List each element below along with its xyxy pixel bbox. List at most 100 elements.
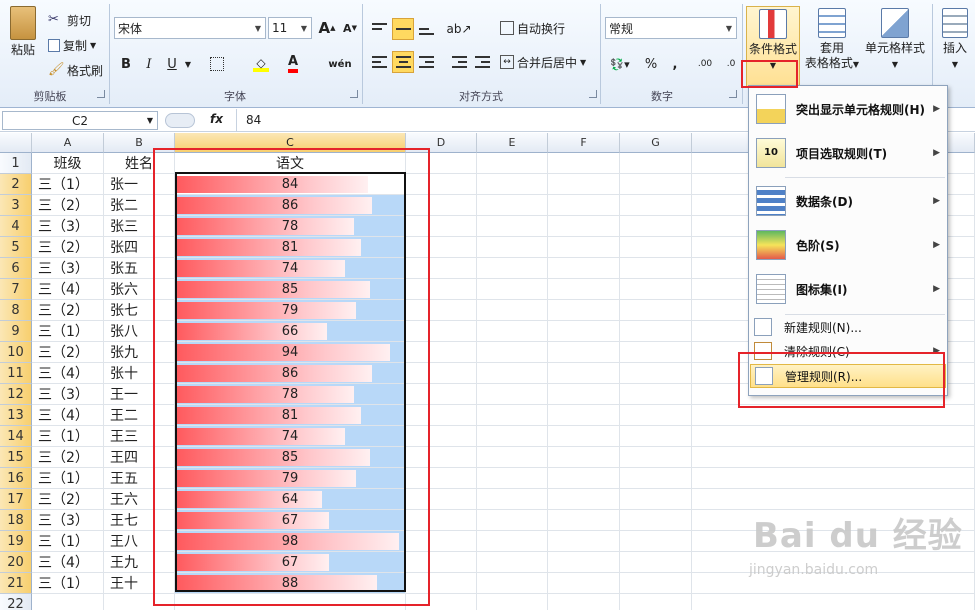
- cell-chinese-score[interactable]: 85: [175, 279, 406, 300]
- decrease-indent-button[interactable]: [448, 51, 470, 73]
- cell-name[interactable]: 王五: [104, 468, 175, 489]
- menu-highlight-cells-rules[interactable]: 突出显示单元格规则(H) ▶: [750, 88, 946, 130]
- cell-chinese-score[interactable]: 79: [175, 468, 406, 489]
- empty-cell[interactable]: [620, 573, 692, 594]
- cell-class[interactable]: 三（2）: [32, 300, 104, 321]
- empty-cell[interactable]: [548, 258, 620, 279]
- chevron-down-icon[interactable]: ▼: [251, 18, 265, 38]
- wrap-text-button[interactable]: 自动换行: [500, 18, 565, 38]
- empty-cell[interactable]: [477, 258, 548, 279]
- empty-cell[interactable]: [548, 531, 620, 552]
- row-header[interactable]: 18: [0, 510, 32, 531]
- cell-chinese-score[interactable]: 66: [175, 321, 406, 342]
- empty-cell[interactable]: [692, 468, 975, 489]
- empty-cell[interactable]: [548, 279, 620, 300]
- empty-cell[interactable]: [548, 195, 620, 216]
- menu-top-bottom-rules[interactable]: 10 项目选取规则(T) ▶: [750, 132, 946, 174]
- empty-cell[interactable]: [620, 552, 692, 573]
- row-header[interactable]: 17: [0, 489, 32, 510]
- orientation-button[interactable]: ab↗: [446, 18, 471, 40]
- column-header-d[interactable]: D: [406, 133, 477, 153]
- conditional-formatting-button[interactable]: 条件格式 ▼: [746, 6, 800, 88]
- format-painter-button[interactable]: 🖌 格式刷: [48, 60, 103, 80]
- chevron-down-icon[interactable]: ▼: [297, 18, 311, 38]
- empty-cell[interactable]: [620, 531, 692, 552]
- column-header-f[interactable]: F: [548, 133, 620, 153]
- empty-cell[interactable]: [406, 594, 477, 610]
- empty-cell[interactable]: [406, 321, 477, 342]
- cell-class[interactable]: 三（1）: [32, 426, 104, 447]
- cell-chinese-score[interactable]: 81: [175, 237, 406, 258]
- row-header[interactable]: 1: [0, 153, 32, 174]
- cell-chinese-score[interactable]: 74: [175, 258, 406, 279]
- font-launcher-icon[interactable]: [350, 90, 358, 98]
- empty-cell[interactable]: [406, 363, 477, 384]
- chevron-down-icon[interactable]: ▼: [580, 58, 586, 67]
- grow-font-button[interactable]: A ▲: [316, 17, 338, 39]
- empty-cell[interactable]: [406, 573, 477, 594]
- empty-cell[interactable]: [548, 489, 620, 510]
- empty-cell[interactable]: [692, 405, 975, 426]
- empty-cell[interactable]: [406, 174, 477, 195]
- row-header[interactable]: 14: [0, 426, 32, 447]
- empty-cell[interactable]: [548, 153, 620, 174]
- cell-name[interactable]: 王七: [104, 510, 175, 531]
- italic-button[interactable]: I: [138, 53, 160, 75]
- empty-cell[interactable]: [406, 384, 477, 405]
- row-header[interactable]: 6: [0, 258, 32, 279]
- cell-class[interactable]: 三（2）: [32, 195, 104, 216]
- empty-cell[interactable]: [620, 258, 692, 279]
- empty-cell[interactable]: [406, 216, 477, 237]
- cell-name[interactable]: 张八: [104, 321, 175, 342]
- empty-cell[interactable]: [548, 405, 620, 426]
- empty-cell[interactable]: [548, 573, 620, 594]
- empty-cell[interactable]: [406, 195, 477, 216]
- number-launcher-icon[interactable]: [729, 90, 737, 98]
- cell-styles-button[interactable]: 单元格样式 ▼: [862, 8, 928, 72]
- align-bottom-button[interactable]: [415, 18, 437, 40]
- fill-color-button[interactable]: ◇: [250, 53, 272, 75]
- empty-cell[interactable]: [406, 531, 477, 552]
- menu-icon-sets[interactable]: 图标集(I) ▶: [750, 268, 946, 310]
- column-header-c[interactable]: C: [175, 133, 406, 153]
- currency-button[interactable]: 💱▾: [606, 53, 634, 75]
- cell-class[interactable]: 三（1）: [32, 531, 104, 552]
- select-all-corner[interactable]: [0, 133, 32, 153]
- paste-button[interactable]: 粘贴: [4, 6, 42, 58]
- empty-cell[interactable]: [477, 552, 548, 573]
- bold-button[interactable]: B: [115, 53, 137, 75]
- empty-cell[interactable]: [104, 594, 175, 610]
- empty-cell[interactable]: [548, 552, 620, 573]
- empty-cell[interactable]: [406, 153, 477, 174]
- merge-center-button[interactable]: ↔ 合并后居中 ▼: [500, 52, 586, 72]
- empty-cell[interactable]: [477, 300, 548, 321]
- cell-class[interactable]: 三（2）: [32, 342, 104, 363]
- formula-input[interactable]: 84: [246, 113, 261, 127]
- empty-cell[interactable]: [477, 510, 548, 531]
- row-header[interactable]: 5: [0, 237, 32, 258]
- cell-chinese-score[interactable]: 67: [175, 552, 406, 573]
- cell-class[interactable]: 三（3）: [32, 258, 104, 279]
- menu-data-bars[interactable]: 数据条(D) ▶: [750, 180, 946, 222]
- comma-button[interactable]: ,: [664, 53, 686, 75]
- empty-cell[interactable]: [548, 300, 620, 321]
- cell-class[interactable]: 三（3）: [32, 384, 104, 405]
- cell-name[interactable]: 张二: [104, 195, 175, 216]
- menu-manage-rules[interactable]: 管理规则(R)...: [750, 364, 946, 388]
- empty-cell[interactable]: [620, 216, 692, 237]
- cell-name[interactable]: 张一: [104, 174, 175, 195]
- empty-cell[interactable]: [477, 342, 548, 363]
- cell-name[interactable]: 王六: [104, 489, 175, 510]
- empty-cell[interactable]: [620, 363, 692, 384]
- empty-cell[interactable]: [406, 552, 477, 573]
- cell-class[interactable]: 三（2）: [32, 447, 104, 468]
- empty-cell[interactable]: [406, 468, 477, 489]
- empty-cell[interactable]: [620, 384, 692, 405]
- empty-cell[interactable]: [477, 426, 548, 447]
- empty-cell[interactable]: [548, 216, 620, 237]
- cell-name[interactable]: 张三: [104, 216, 175, 237]
- insert-function-button[interactable]: fx: [210, 112, 223, 126]
- cell-name[interactable]: 王九: [104, 552, 175, 573]
- empty-cell[interactable]: [406, 405, 477, 426]
- cell-name[interactable]: 张六: [104, 279, 175, 300]
